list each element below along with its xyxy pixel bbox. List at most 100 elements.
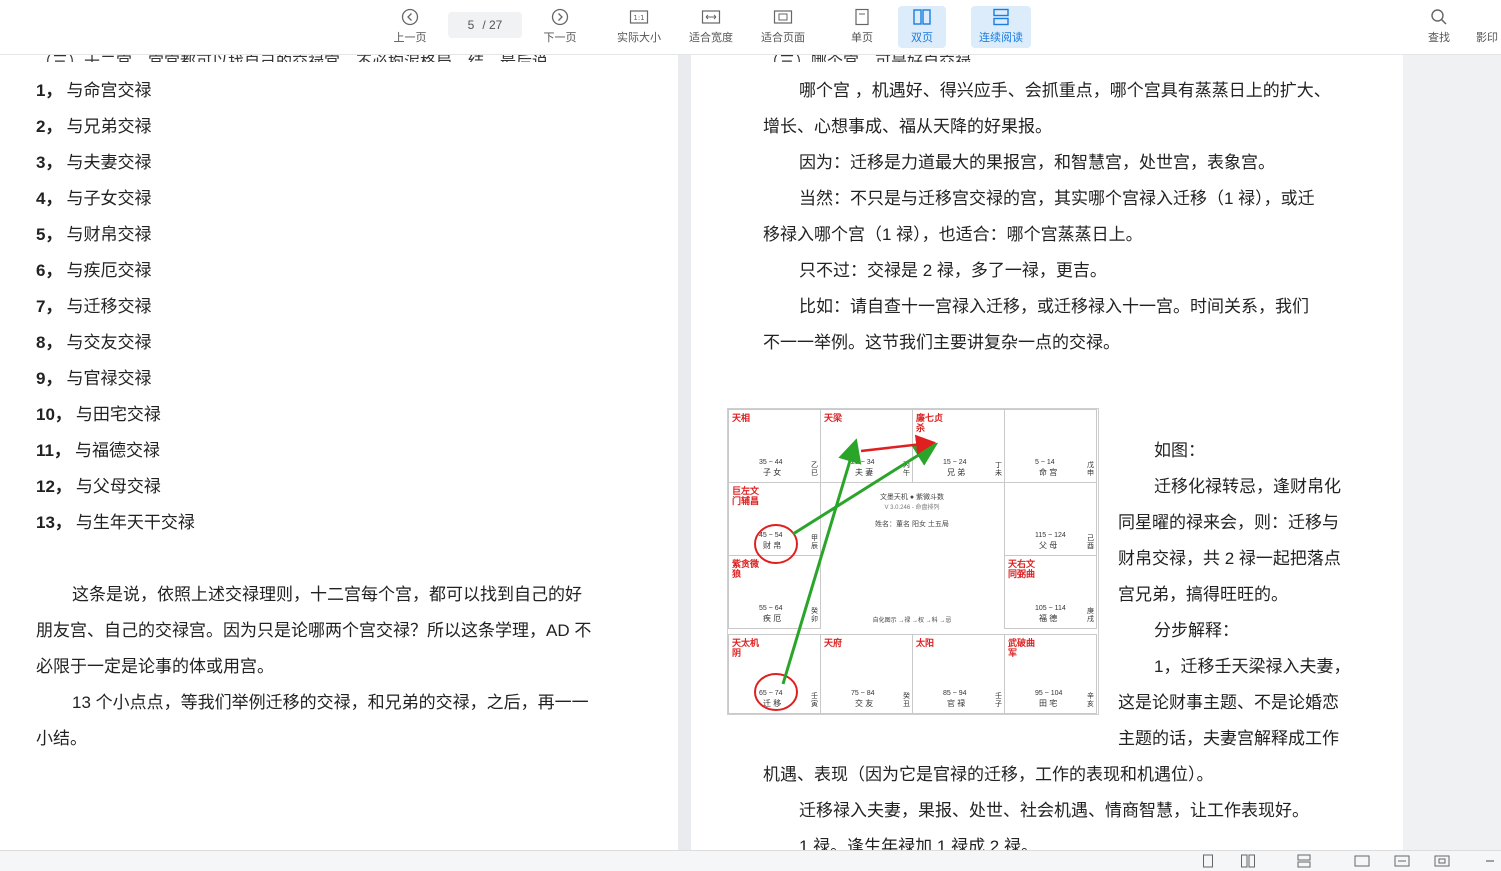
next-page-button[interactable]: 下一页 [540, 6, 580, 48]
paragraph-line: 哪个宫 ，机遇好、得兴应手、会抓重点，哪个宫具有蒸蒸日上的扩大、 [799, 81, 1331, 100]
circle-marker-wealth [754, 524, 798, 564]
paragraph-line: 1，迁移壬天梁禄入夫妻， [1154, 657, 1351, 676]
list-item-number: 4， [36, 189, 63, 208]
more-button[interactable]: 影印 [1476, 6, 1501, 48]
right-cut-line: （三）哪个宫，可是好自交禄。 [763, 54, 987, 62]
paragraph-line: 只不过：交禄是 2 禄，多了一禄，更吉。 [799, 261, 1107, 280]
list-item: 2， 与兄弟交禄 [36, 112, 151, 137]
chevron-left-circle-icon [398, 6, 422, 28]
red-arrow [860, 434, 936, 455]
more-label: 影印 [1476, 32, 1498, 44]
fit-width-icon [699, 6, 723, 28]
paragraph-line: 如图： [1154, 441, 1205, 460]
list-item-text: 与子女交禄 [66, 189, 152, 208]
list-item: 9， 与官禄交禄 [36, 364, 151, 389]
search-button[interactable]: 查找 [1422, 6, 1456, 48]
status-single-page-icon[interactable] [1200, 854, 1216, 868]
list-item-number: 1， [36, 81, 63, 100]
svg-text:1:1: 1:1 [633, 14, 644, 22]
list-item-number: 8， [36, 333, 63, 352]
paragraph-line: 移禄入哪个宫（1 禄），也适合：哪个宫蒸蒸日上。 [763, 225, 1143, 244]
list-item-number: 9， [36, 369, 63, 388]
search-icon [1427, 6, 1451, 28]
list-item: 13， 与生年天干交禄 [36, 508, 195, 533]
circle-marker-migration [754, 673, 798, 711]
paragraph-line: 这条是说，依照上述交禄理则，十二宫每个宫，都可以找到自己的好 [72, 585, 582, 604]
toolbar: 上一页 5 / 27 下一页 1:1 实际大小 适合宽度 适合页面 单页 双页 … [0, 0, 1501, 55]
fit-page-icon [771, 6, 795, 28]
paragraph-line: 1 禄。逢生年禄加 1 禄成 2 禄。 [799, 837, 1038, 850]
single-page-button[interactable]: 单页 [842, 6, 882, 48]
fit-page-button[interactable]: 适合页面 [756, 6, 810, 48]
paragraph-line: 同星曜的禄来会，则：迁移与 [1118, 513, 1339, 532]
list-item-number: 6， [36, 261, 63, 280]
list-item-number: 5， [36, 225, 63, 244]
search-label: 查找 [1428, 32, 1450, 44]
list-item-number: 12， [36, 477, 72, 496]
list-item-number: 13， [36, 513, 72, 532]
list-item-text: 与父母交禄 [75, 477, 161, 496]
current-page-input[interactable]: 5 [468, 18, 475, 32]
status-fit-width-icon[interactable] [1394, 854, 1410, 868]
fit-width-label: 适合宽度 [689, 32, 733, 44]
list-item: 11， 与福德交禄 [36, 436, 160, 461]
status-actual-size-icon[interactable] [1354, 854, 1370, 868]
list-item-number: 3， [36, 153, 63, 172]
paragraph-line: 宫兄弟，搞得旺旺的。 [1118, 585, 1288, 604]
list-item-text: 与迁移交禄 [66, 297, 152, 316]
paragraph-line: 分步解释： [1154, 621, 1239, 640]
list-item: 12， 与父母交禄 [36, 472, 161, 497]
list-item-text: 与命宫交禄 [66, 81, 152, 100]
continuous-reading-icon [989, 6, 1013, 28]
prev-page-button[interactable]: 上一页 [390, 6, 430, 48]
paragraph-line: 必限于一定是论事的体或用宫。 [36, 657, 274, 676]
continuous-reading-button[interactable]: 连续阅读 [971, 6, 1031, 48]
paragraph-line: 因为：迁移是力道最大的果报宫，和智慧宫，处世宫，表象宫。 [799, 153, 1275, 172]
list-item-text: 与田宅交禄 [75, 405, 161, 424]
list-item-number: 10， [36, 405, 72, 424]
list-item-text: 与夫妻交禄 [66, 153, 152, 172]
double-page-button[interactable]: 双页 [898, 6, 946, 48]
double-page-label: 双页 [911, 32, 933, 44]
actual-size-button[interactable]: 1:1 实际大小 [612, 6, 666, 48]
double-page-icon [910, 6, 934, 28]
single-page-label: 单页 [851, 32, 873, 44]
status-fit-page-icon[interactable] [1434, 854, 1450, 868]
paragraph-line: 不一一举例。这节我们主要讲复杂一点的交禄。 [763, 333, 1120, 352]
green-arrow-migration [781, 438, 862, 685]
list-item-text: 与官禄交禄 [66, 369, 152, 388]
list-item: 1， 与命宫交禄 [36, 76, 151, 101]
list-item: 7， 与迁移交禄 [36, 292, 151, 317]
paragraph-line: 财帛交禄，共 2 禄一起把落点 [1118, 549, 1341, 568]
paragraph-line: 迁移化禄转忌，逢财帛化 [1154, 477, 1341, 496]
status-double-page-icon[interactable] [1240, 854, 1256, 868]
chart-arrows-overlay [754, 434, 939, 711]
list-item-text: 与疾厄交禄 [66, 261, 152, 280]
chevron-right-circle-icon [548, 6, 572, 28]
right-margin-area [1403, 54, 1501, 850]
list-item-text: 与生年天干交禄 [75, 513, 195, 532]
single-page-icon [850, 6, 874, 28]
actual-size-label: 实际大小 [617, 32, 661, 44]
paragraph-line: 小结。 [36, 729, 87, 748]
actual-size-icon: 1:1 [627, 6, 651, 28]
fit-width-button[interactable]: 适合宽度 [684, 6, 738, 48]
status-bar [0, 850, 1501, 871]
page-number-box[interactable]: 5 / 27 [448, 12, 522, 38]
continuous-reading-label: 连续阅读 [979, 32, 1023, 44]
prev-page-label: 上一页 [393, 32, 427, 44]
list-item: 5， 与财帛交禄 [36, 220, 151, 245]
list-item: 3， 与夫妻交禄 [36, 148, 151, 173]
zoom-out-icon[interactable] [1482, 854, 1498, 868]
paragraph-line: 13 个小点点，等我们举例迁移的交禄，和兄弟的交禄，之后，再一一 [72, 693, 589, 712]
status-continuous-icon[interactable] [1296, 854, 1312, 868]
paragraph-line: 主题的话，夫妻宫解释成工作 [1118, 729, 1339, 748]
paragraph-line: 朋友宫、自己的交禄宫。因为只是论哪两个宫交禄？所以这条学理，AD 不 [36, 621, 592, 640]
left-cut-line: （三）十二宫，宫宫都可以找自己的交禄宫，不必拘泥格局。结，最后说。 [36, 54, 564, 62]
list-item-number: 2， [36, 117, 63, 136]
list-item-text: 与福德交禄 [74, 441, 160, 460]
list-item-text: 与兄弟交禄 [66, 117, 152, 136]
total-pages: / 27 [482, 18, 503, 32]
left-page: （三）十二宫，宫宫都可以找自己的交禄宫，不必拘泥格局。结，最后说。 1，与命宫交… [0, 54, 678, 850]
list-item: 10， 与田宅交禄 [36, 400, 161, 425]
